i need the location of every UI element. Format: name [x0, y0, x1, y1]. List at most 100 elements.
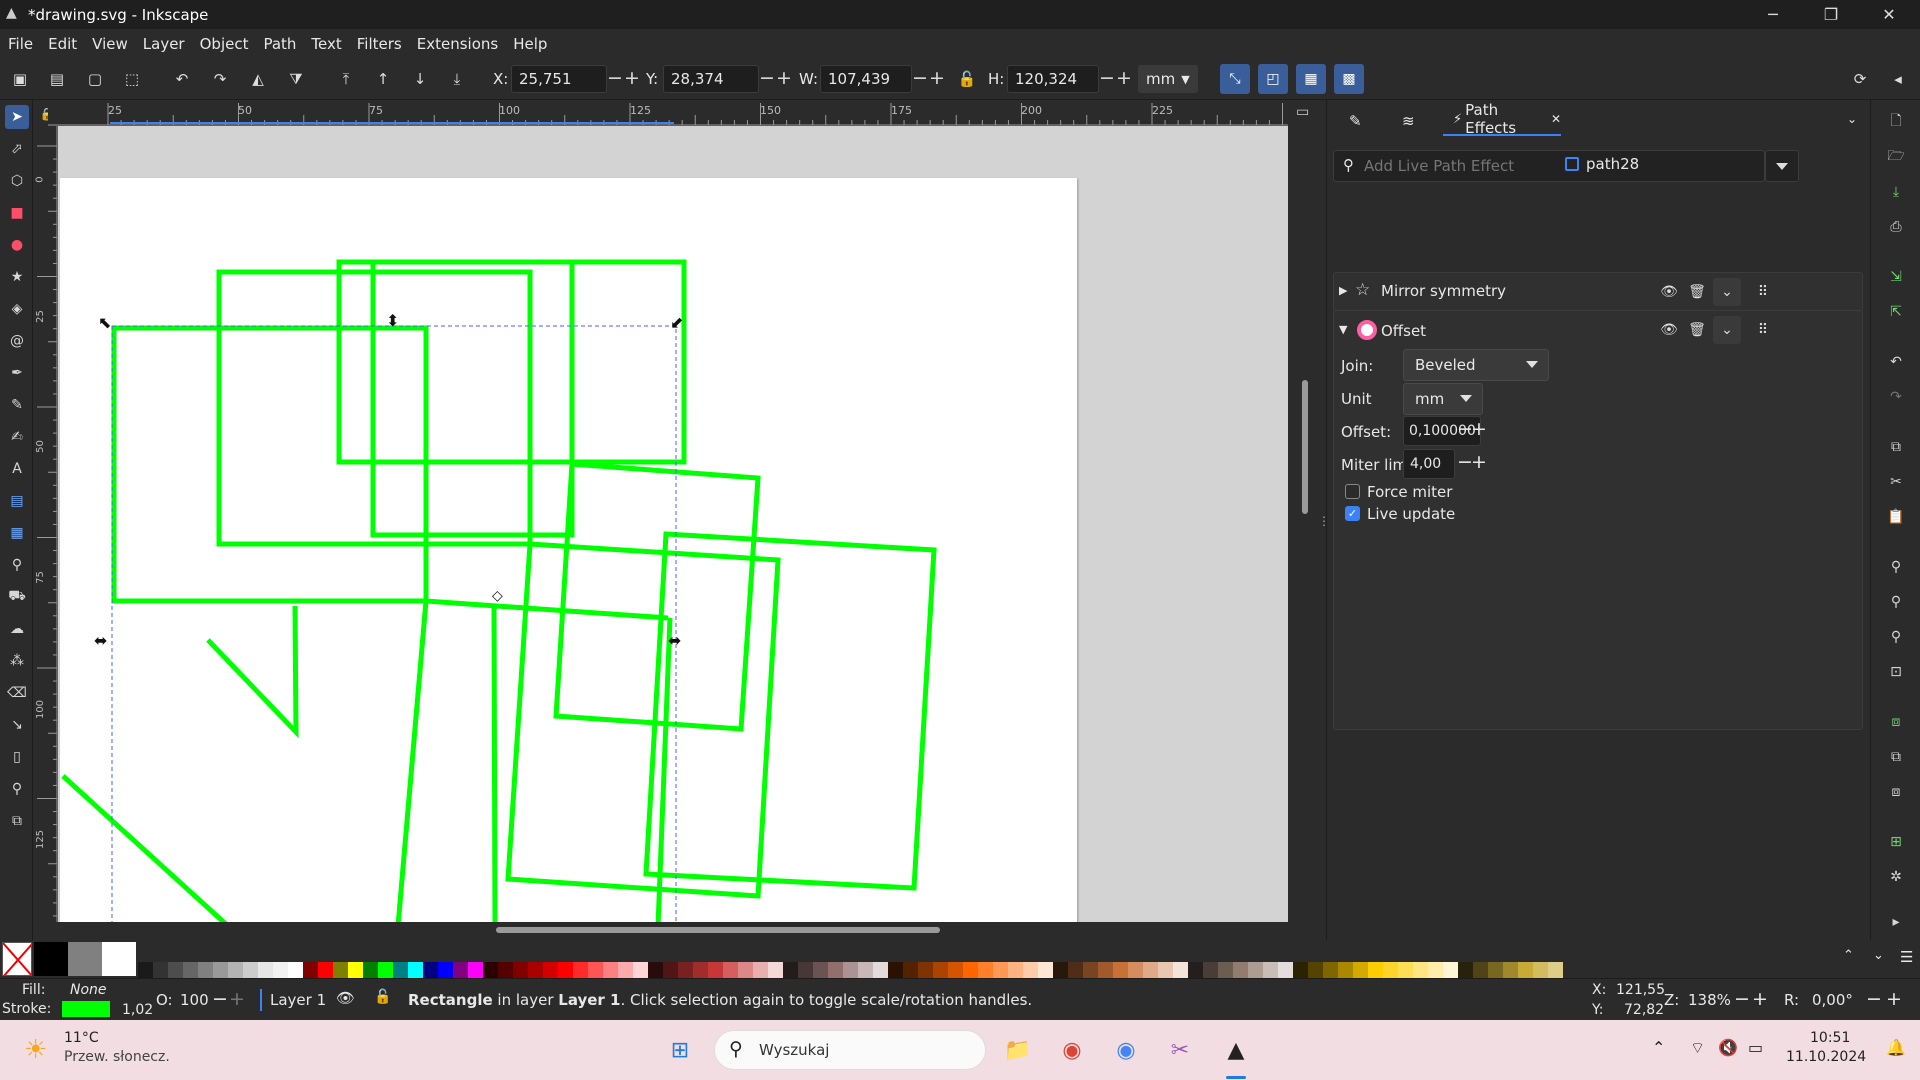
volume-muted-icon[interactable]: 🔇	[1718, 1038, 1738, 1057]
color-swatch[interactable]	[783, 962, 798, 978]
color-swatch[interactable]	[1398, 962, 1413, 978]
clock-time[interactable]: 10:51	[1810, 1030, 1850, 1046]
calligraphy-tool-icon[interactable]: ✍	[5, 425, 29, 449]
color-swatch[interactable]	[1158, 962, 1173, 978]
color-swatch[interactable]	[993, 962, 1008, 978]
panel-menu-chevron-icon[interactable]: ⌄	[1847, 112, 1857, 126]
menu-view[interactable]: View	[92, 35, 128, 53]
opacity-decrement-button[interactable]: −	[212, 988, 228, 1010]
lpe-search-box[interactable]: ⚲	[1333, 150, 1765, 182]
color-swatch[interactable]	[1068, 962, 1083, 978]
pages-tool-icon[interactable]: ▯	[5, 745, 29, 769]
rotate-ccw-icon[interactable]: ↶	[170, 67, 194, 91]
open-document-icon[interactable]: 🗁	[1884, 145, 1908, 169]
weather-sun-icon[interactable]: ☀	[24, 1035, 47, 1065]
x-increment-button[interactable]: +	[624, 68, 640, 88]
more-commands-icon[interactable]: ▸	[1884, 910, 1908, 934]
color-swatch[interactable]	[1248, 962, 1263, 978]
color-swatch[interactable]	[723, 962, 738, 978]
color-swatch[interactable]	[228, 962, 243, 978]
color-swatch[interactable]	[273, 962, 288, 978]
rotate-decrement-button[interactable]: −	[1866, 988, 1882, 1010]
eraser-tool-icon[interactable]: ⌫	[5, 681, 29, 705]
force-miter-checkbox[interactable]	[1345, 484, 1360, 499]
ungroup-icon[interactable]: ✲	[1884, 865, 1908, 889]
color-swatch[interactable]	[543, 962, 558, 978]
show-hidden-icons-icon[interactable]: ⌃	[1652, 1038, 1665, 1057]
color-swatch[interactable]	[603, 962, 618, 978]
color-swatch[interactable]	[798, 962, 813, 978]
zoom-increment-button[interactable]: +	[1752, 988, 1768, 1010]
color-swatch[interactable]	[588, 962, 603, 978]
y-input[interactable]: 28,374	[663, 65, 759, 93]
color-swatch[interactable]	[873, 962, 888, 978]
color-swatch[interactable]	[1218, 962, 1233, 978]
display-mode-icon[interactable]: ▭	[1296, 104, 1309, 120]
layers-tab-icon[interactable]: ≋	[1402, 112, 1415, 130]
menu-text[interactable]: Text	[311, 35, 341, 53]
opacity-increment-button[interactable]: +	[229, 988, 245, 1010]
new-document-icon[interactable]: 🗋	[1884, 110, 1908, 134]
tweak-tool-icon[interactable]: ☁	[5, 617, 29, 641]
selector-tool-icon[interactable]: ➤	[5, 105, 29, 129]
zoom-selection-icon[interactable]: ⚲	[1884, 555, 1908, 579]
color-swatch[interactable]	[138, 962, 153, 978]
color-swatch[interactable]	[453, 962, 468, 978]
color-swatch[interactable]	[318, 962, 333, 978]
no-paint-swatch[interactable]	[2, 942, 32, 976]
palette-menu-icon[interactable]: ☰	[1900, 948, 1913, 966]
delete-trash-icon[interactable]: 🗑	[1683, 316, 1711, 344]
color-swatch[interactable]	[1083, 962, 1098, 978]
fill-value[interactable]: None	[70, 982, 107, 998]
spiral-tool-icon[interactable]: @	[5, 329, 29, 353]
drag-handle-icon[interactable]: ⠿	[1749, 316, 1777, 344]
stroke-color-swatch[interactable]	[62, 1001, 110, 1017]
chrome-icon[interactable]: ◉	[1054, 1032, 1090, 1068]
zoom-input[interactable]: 138%	[1688, 991, 1731, 1009]
drag-handle-icon[interactable]: ⠿	[1749, 278, 1777, 306]
close-window-button[interactable]: ✕	[1860, 0, 1918, 29]
zoom-page-width-icon[interactable]: ⊡	[1884, 660, 1908, 684]
layer-lock-icon[interactable]: 🔓	[374, 989, 391, 1005]
h-decrement-button[interactable]: −	[1099, 68, 1115, 88]
color-swatch[interactable]	[1488, 962, 1503, 978]
color-swatch[interactable]	[1533, 962, 1548, 978]
maximize-button[interactable]: ❐	[1802, 0, 1860, 29]
color-swatch[interactable]	[1098, 962, 1113, 978]
collapse-panel-icon[interactable]: ◂	[1886, 67, 1910, 91]
vscroll-thumb[interactable]	[1302, 380, 1308, 514]
color-swatch[interactable]	[303, 962, 318, 978]
print-icon[interactable]: ⎙	[1884, 215, 1908, 239]
paste-icon[interactable]: 📋	[1884, 505, 1908, 529]
menu-help[interactable]: Help	[513, 35, 547, 53]
text-tool-icon[interactable]: A	[5, 457, 29, 481]
color-swatch[interactable]	[903, 962, 918, 978]
menu-edit[interactable]: Edit	[48, 35, 77, 53]
color-swatch[interactable]	[963, 962, 978, 978]
color-swatch[interactable]	[1548, 962, 1563, 978]
w-decrement-button[interactable]: −	[912, 68, 928, 88]
x-input[interactable]: 25,751	[511, 65, 607, 93]
color-swatch[interactable]	[648, 962, 663, 978]
select-all-layers-icon[interactable]: ▤	[45, 67, 69, 91]
color-swatch[interactable]	[1053, 962, 1068, 978]
copy-icon[interactable]: ⧉	[1884, 435, 1908, 459]
palette-scroll-up-icon[interactable]: ⌃	[1843, 948, 1854, 963]
black-swatch[interactable]	[34, 942, 68, 976]
color-swatch[interactable]	[948, 962, 963, 978]
layer-visibility-icon[interactable]: 👁	[336, 989, 355, 1007]
color-swatch[interactable]	[213, 962, 228, 978]
scale-stroke-icon[interactable]: ⤡	[1220, 64, 1250, 94]
inkscape-taskbar-icon[interactable]: ▲	[1218, 1032, 1254, 1068]
color-swatch[interactable]	[1383, 962, 1398, 978]
color-swatch[interactable]	[423, 962, 438, 978]
group-icon[interactable]: ⊞	[1884, 830, 1908, 854]
lpe-menu-chevron-icon[interactable]: ⌄	[1713, 278, 1741, 306]
color-swatch[interactable]	[1008, 962, 1023, 978]
ellipse-tool-icon[interactable]: ●	[5, 233, 29, 257]
lower-icon[interactable]: ↓	[408, 67, 432, 91]
color-swatch[interactable]	[1188, 962, 1203, 978]
color-swatch[interactable]	[1503, 962, 1518, 978]
color-swatch[interactable]	[1263, 962, 1278, 978]
snap-toggle-icon[interactable]: ⟳	[1848, 67, 1872, 91]
